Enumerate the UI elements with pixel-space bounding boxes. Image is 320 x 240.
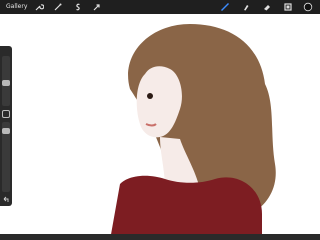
selection-icon[interactable] bbox=[73, 2, 83, 12]
smudge-icon[interactable] bbox=[241, 2, 251, 12]
color-swatch-icon[interactable] bbox=[303, 2, 313, 12]
artwork-canvas[interactable] bbox=[0, 14, 320, 240]
portrait-artwork bbox=[110, 24, 276, 240]
shirt bbox=[110, 175, 262, 240]
bottom-edge bbox=[0, 234, 320, 240]
top-toolbar: Gallery bbox=[0, 0, 320, 14]
magic-wand-icon[interactable] bbox=[53, 2, 63, 12]
wrench-icon[interactable] bbox=[34, 2, 44, 12]
eraser-icon[interactable] bbox=[262, 2, 272, 12]
eye bbox=[147, 93, 153, 99]
brush-icon[interactable] bbox=[220, 2, 230, 12]
layers-icon[interactable] bbox=[283, 2, 293, 12]
transform-arrow-icon[interactable] bbox=[92, 2, 102, 12]
gallery-button[interactable]: Gallery bbox=[6, 3, 27, 11]
